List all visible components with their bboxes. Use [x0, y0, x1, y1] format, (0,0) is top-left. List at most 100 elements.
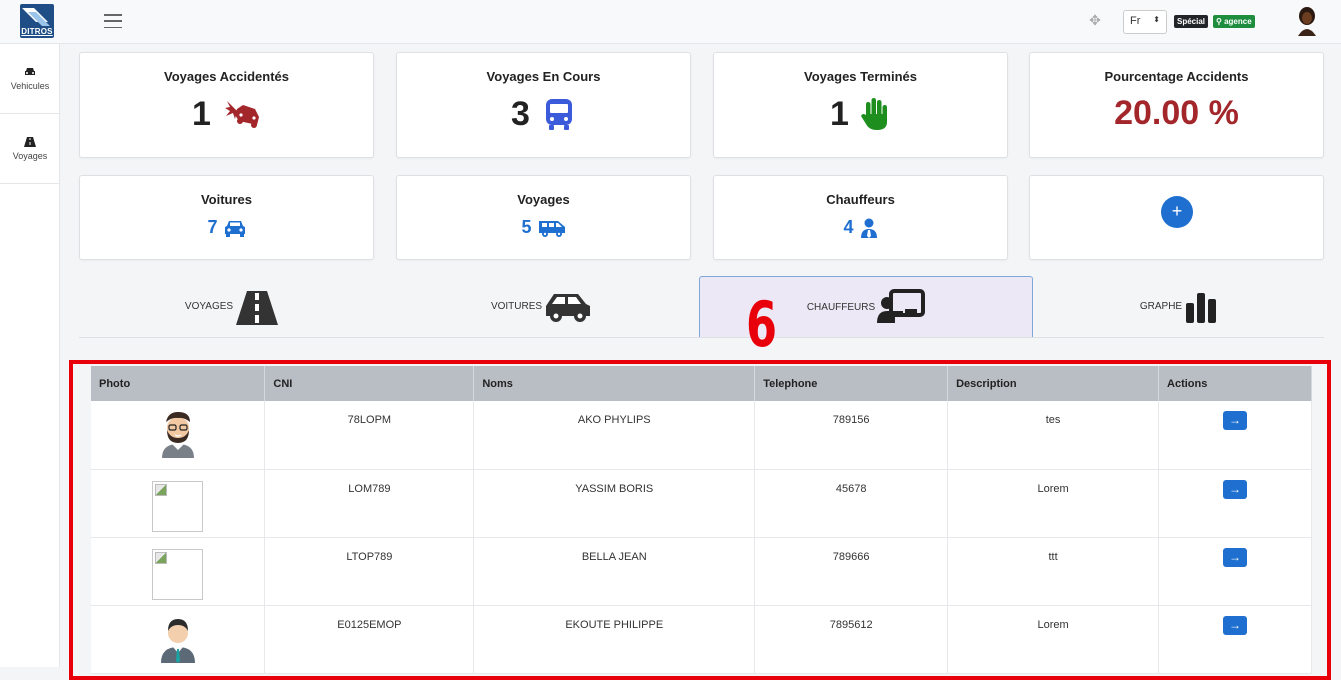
tab-label: VOYAGES	[184, 301, 234, 312]
cni-cell: LOM789	[264, 469, 475, 538]
broken-image-icon	[152, 480, 204, 532]
user-tie-icon	[860, 218, 877, 238]
bearded-man-avatar	[161, 412, 194, 458]
agence-badge: ⚲ agence	[1213, 15, 1255, 28]
nom-cell: BELLA JEAN	[473, 537, 756, 606]
tab-graphe[interactable]: GRAPHE	[1034, 276, 1324, 337]
description-cell: ttt	[947, 537, 1160, 606]
photo-cell	[91, 537, 266, 606]
view-details-button[interactable]: →	[1223, 479, 1247, 499]
logo-text: DITROS	[21, 27, 53, 36]
shuttle-van-icon	[538, 220, 565, 237]
description-cell: Lorem	[947, 605, 1160, 674]
car-icon	[224, 220, 245, 237]
actions-cell: →	[1158, 401, 1312, 470]
road-icon	[24, 136, 36, 147]
broken-image-icon	[152, 548, 204, 600]
road-icon	[236, 290, 279, 325]
stat-percentage-value: 20.00 %	[1114, 94, 1239, 132]
telephone-cell: 7895612	[754, 605, 949, 674]
stat-value: 7	[207, 217, 218, 237]
stat-title: Voyages En Cours	[486, 69, 601, 84]
stat-card-chauffeurs: Chauffeurs 4	[713, 175, 1008, 260]
column-header-telephone[interactable]: Telephone	[754, 366, 949, 401]
nom-cell: YASSIM BORIS	[473, 469, 756, 538]
car-side-icon	[546, 293, 591, 322]
stat-card-voyages: Voyages 5	[396, 175, 691, 260]
tab-label: CHAUFFEURS	[806, 301, 876, 313]
stat-value: 4	[843, 217, 854, 237]
stat-value: 1	[192, 94, 211, 133]
column-header-photo[interactable]: Photo	[91, 366, 266, 401]
select-caret-icon: ⬍	[1153, 15, 1160, 24]
language-value: Fr	[1130, 15, 1141, 27]
table-header-row: Photo CNI Noms Telephone Description Act…	[91, 366, 1312, 401]
stat-title: Voyages	[517, 192, 570, 207]
stat-title: Chauffeurs	[826, 192, 895, 207]
add-card: +	[1029, 175, 1324, 260]
add-button[interactable]: +	[1161, 196, 1193, 228]
stat-card-accidents: Voyages Accidentés 1	[79, 52, 374, 158]
stat-card-en-cours: Voyages En Cours 3	[396, 52, 691, 158]
annotation-number-marker: 6	[746, 288, 778, 361]
cni-cell: E0125EMOP	[264, 605, 475, 674]
user-avatar[interactable]	[1296, 6, 1318, 36]
bus-icon	[545, 99, 572, 130]
stat-title: Voitures	[200, 192, 253, 207]
photo-cell	[91, 605, 266, 674]
top-navbar: DITROS ✥ Fr ⬍ Spécial ⚲ agence	[0, 0, 1341, 44]
hand-icon	[860, 98, 887, 130]
actions-cell: →	[1158, 469, 1312, 538]
stat-value: 5	[521, 217, 532, 237]
column-header-description[interactable]: Description	[947, 366, 1160, 401]
view-details-button[interactable]: →	[1223, 547, 1247, 567]
table-row: E0125EMOP EKOUTE PHILIPPE 7895612 Lorem …	[91, 605, 1312, 674]
cni-cell: LTOP789	[264, 537, 475, 606]
sidebar-item-vehicules[interactable]: Vehicules	[0, 44, 60, 114]
nom-cell: EKOUTE PHILIPPE	[473, 605, 756, 674]
stat-card-voitures: Voitures 7	[79, 175, 374, 260]
table-row: LTOP789 BELLA JEAN 789666 ttt →	[91, 537, 1312, 606]
bar-chart-icon	[1186, 292, 1217, 323]
description-cell: Lorem	[947, 469, 1160, 538]
language-select[interactable]: Fr ⬍	[1123, 10, 1167, 34]
view-details-button[interactable]: →	[1223, 615, 1247, 635]
column-header-actions[interactable]: Actions	[1158, 366, 1312, 401]
photo-cell	[91, 401, 266, 470]
tab-voyages[interactable]: VOYAGES	[79, 276, 385, 337]
description-cell: tes	[947, 401, 1160, 470]
stat-title: Voyages Terminés	[804, 69, 917, 84]
ditros-logo[interactable]: DITROS	[20, 4, 54, 38]
sidebar-item-voyages[interactable]: Voyages	[0, 114, 60, 184]
tab-voitures[interactable]: VOITURES	[385, 276, 698, 337]
nom-cell: AKO PHYLIPS	[473, 401, 756, 470]
fullscreen-move-icon[interactable]: ✥	[1087, 12, 1103, 28]
telephone-cell: 45678	[754, 469, 949, 538]
menu-toggle-icon[interactable]	[104, 14, 122, 28]
tab-bar: VOYAGES VOITURES CHAUFFEURS GRAPHE	[79, 276, 1324, 338]
sidebar-item-label: Vehicules	[10, 80, 50, 91]
car-icon	[25, 67, 35, 75]
column-header-cni[interactable]: CNI	[264, 366, 475, 401]
stat-value: 3	[511, 94, 530, 133]
telephone-cell: 789156	[754, 401, 949, 470]
sidebar: Vehicules Voyages	[0, 44, 60, 667]
stat-title: Pourcentage Accidents	[1104, 69, 1249, 84]
businessman-avatar	[160, 618, 195, 663]
telephone-cell: 789666	[754, 537, 949, 606]
special-badge: Spécial	[1174, 15, 1209, 28]
column-header-noms[interactable]: Noms	[473, 366, 756, 401]
photo-cell	[91, 469, 266, 538]
view-details-button[interactable]: →	[1223, 411, 1247, 430]
car-crash-icon	[224, 101, 259, 128]
tab-label: VOITURES	[490, 301, 543, 312]
table-row: LOM789 YASSIM BORIS 45678 Lorem →	[91, 469, 1312, 538]
actions-cell: →	[1158, 537, 1312, 606]
actions-cell: →	[1158, 605, 1312, 674]
cni-cell: 78LOPM	[264, 401, 475, 470]
stat-card-termines: Voyages Terminés 1	[713, 52, 1008, 158]
agence-badge-label: agence	[1224, 17, 1252, 26]
sidebar-item-label: Voyages	[12, 150, 48, 161]
stat-card-pourcentage: Pourcentage Accidents 20.00 %	[1029, 52, 1324, 158]
chalkboard-teacher-icon	[877, 289, 926, 323]
